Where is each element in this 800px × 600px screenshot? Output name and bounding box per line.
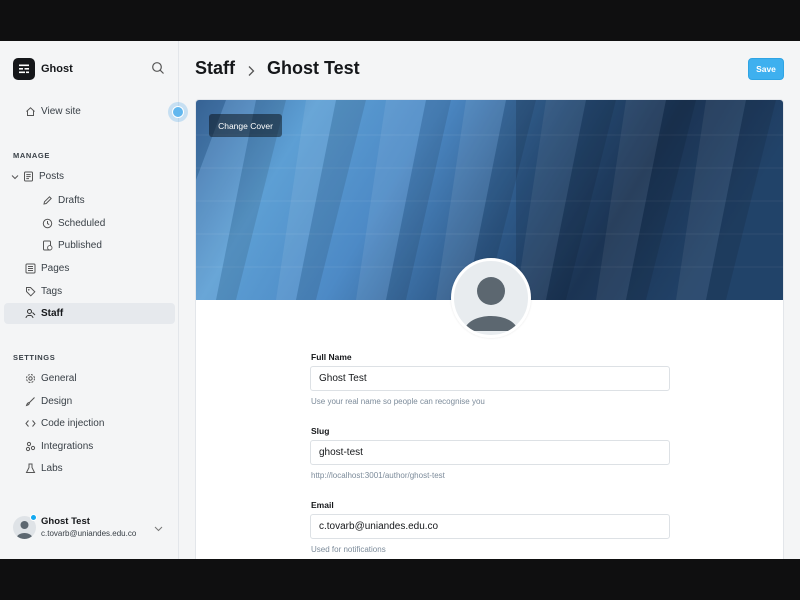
- integrations-icon: [24, 441, 36, 453]
- status-badge: [30, 514, 37, 521]
- sidebar-item-published[interactable]: Published: [4, 235, 175, 256]
- sidebar-item-label: Posts: [39, 171, 65, 182]
- slug-help: http://localhost:3001/author/ghost-test: [311, 471, 445, 480]
- sidebar-item-posts[interactable]: Posts: [4, 166, 175, 187]
- email-field[interactable]: c.tovarb@uniandes.edu.co: [310, 514, 670, 539]
- ghost-admin-app: Ghost View site MANAGE Posts Drafts Sche…: [0, 41, 800, 559]
- sidebar-item-drafts[interactable]: Drafts: [4, 190, 175, 211]
- slug-label: Slug: [311, 426, 330, 436]
- staff-icon: [24, 308, 36, 320]
- breadcrumb-staff-link[interactable]: Staff: [195, 58, 235, 79]
- sidebar-item-label: Design: [41, 396, 73, 407]
- brand-name: Ghost: [41, 63, 73, 75]
- full-name-field[interactable]: Ghost Test: [310, 366, 670, 391]
- email-label: Email: [311, 500, 334, 510]
- sidebar-item-tags[interactable]: Tags: [4, 281, 175, 302]
- sidebar-item-label: Tags: [41, 286, 63, 297]
- change-cover-button[interactable]: Change Cover: [209, 114, 282, 137]
- save-button[interactable]: Save: [748, 58, 784, 80]
- sidebar-item-label: Pages: [41, 263, 70, 274]
- sidebar-item-label: Labs: [41, 463, 63, 474]
- email-help: Used for notifications: [311, 545, 386, 554]
- published-icon: [41, 240, 53, 252]
- sidebar-item-code-injection[interactable]: Code injection: [4, 413, 175, 434]
- flask-icon: [24, 463, 36, 475]
- staff-profile-card: Change Cover Full Name Ghost Test Use yo…: [195, 99, 784, 559]
- sidebar-item-integrations[interactable]: Integrations: [4, 436, 175, 457]
- settings-section-label: SETTINGS: [13, 353, 56, 362]
- sidebar-item-general[interactable]: General: [4, 368, 175, 389]
- letterbox-top: [0, 0, 800, 41]
- letterbox-bottom: [0, 559, 800, 600]
- sidebar-item-pages[interactable]: Pages: [4, 258, 175, 279]
- chevron-down-icon[interactable]: [153, 521, 164, 532]
- user-email: c.tovarb@uniandes.edu.co: [41, 529, 137, 538]
- sidebar-item-label: View site: [41, 106, 81, 117]
- home-icon: [24, 106, 36, 118]
- sidebar: Ghost View site MANAGE Posts Drafts Sche…: [0, 41, 188, 559]
- tag-icon: [24, 286, 36, 298]
- brush-icon: [24, 396, 36, 408]
- slug-field[interactable]: ghost-test: [310, 440, 670, 465]
- gear-icon: [24, 373, 36, 385]
- sidebar-item-label: Staff: [41, 308, 64, 319]
- user-menu[interactable]: Ghost Test c.tovarb@uniandes.edu.co: [13, 513, 173, 541]
- pages-icon: [24, 263, 36, 275]
- sidebar-item-labs[interactable]: Labs: [4, 458, 175, 479]
- sidebar-item-label: Drafts: [58, 195, 85, 206]
- chevron-down-icon[interactable]: [10, 171, 19, 183]
- sidebar-item-label: General: [41, 373, 77, 384]
- brand[interactable]: Ghost: [13, 58, 73, 80]
- breadcrumb: Staff Ghost Test: [195, 58, 360, 79]
- main-content: Staff Ghost Test Save Change Cover Full …: [180, 41, 800, 559]
- full-name-label: Full Name: [311, 352, 352, 362]
- search-icon[interactable]: [151, 61, 165, 75]
- sidebar-item-label: Integrations: [41, 441, 94, 452]
- code-icon: [24, 418, 36, 430]
- chevron-right-icon: [244, 62, 258, 76]
- page-title: Ghost Test: [267, 58, 360, 78]
- sidebar-item-label: Code injection: [41, 418, 105, 429]
- pencil-icon: [41, 195, 53, 207]
- ghost-logo-icon: [13, 58, 35, 80]
- sidebar-item-scheduled[interactable]: Scheduled: [4, 213, 175, 234]
- manage-section-label: MANAGE: [13, 151, 50, 160]
- profile-avatar[interactable]: [451, 258, 531, 338]
- sidebar-item-label: Scheduled: [58, 218, 106, 229]
- full-name-help: Use your real name so people can recogni…: [311, 397, 485, 406]
- sidebar-item-staff[interactable]: Staff: [4, 303, 175, 324]
- sidebar-item-design[interactable]: Design: [4, 391, 175, 412]
- clock-icon: [41, 218, 53, 230]
- posts-icon: [22, 171, 34, 183]
- sidebar-item-label: Published: [58, 240, 102, 251]
- sidebar-item-view-site[interactable]: View site: [4, 101, 175, 122]
- user-name: Ghost Test: [41, 516, 90, 527]
